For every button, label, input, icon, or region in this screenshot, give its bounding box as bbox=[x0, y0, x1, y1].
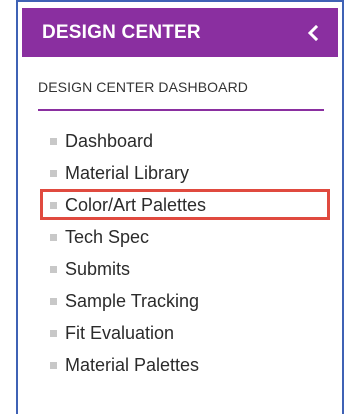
dashboard-subheader[interactable]: DESIGN CENTER DASHBOARD bbox=[38, 67, 324, 111]
header-bar: DESIGN CENTER bbox=[22, 8, 338, 57]
bullet-icon bbox=[50, 201, 57, 209]
menu-item-dashboard[interactable]: Dashboard bbox=[18, 125, 342, 157]
bullet-icon bbox=[50, 361, 57, 369]
bullet-icon bbox=[50, 329, 57, 337]
menu-item-label: Submits bbox=[65, 258, 131, 279]
header-title: DESIGN CENTER bbox=[42, 21, 201, 43]
menu-item-label: Material Library bbox=[65, 162, 190, 183]
menu-item-label: Tech Spec bbox=[65, 226, 150, 247]
bullet-icon bbox=[50, 169, 57, 177]
menu-item-label: Dashboard bbox=[65, 130, 154, 151]
menu-item-material-palettes[interactable]: Material Palettes bbox=[18, 349, 342, 381]
chevron-left-icon[interactable] bbox=[302, 22, 324, 44]
menu-item-label: Material Palettes bbox=[65, 354, 200, 375]
menu-item-sample-tracking[interactable]: Sample Tracking bbox=[18, 285, 342, 317]
menu-item-label: Sample Tracking bbox=[65, 290, 200, 311]
menu-item-tech-spec[interactable]: Tech Spec bbox=[18, 221, 342, 253]
menu-item-label: Color/Art Palettes bbox=[65, 194, 207, 215]
design-center-panel: DESIGN CENTER DESIGN CENTER DASHBOARD Da… bbox=[16, 0, 344, 414]
bullet-icon bbox=[50, 233, 57, 241]
panel-header: DESIGN CENTER bbox=[18, 0, 342, 57]
menu-item-fit-evaluation[interactable]: Fit Evaluation bbox=[18, 317, 342, 349]
bullet-icon bbox=[50, 297, 57, 305]
bullet-icon bbox=[50, 265, 57, 273]
design-center-menu: Dashboard Material Library Color/Art Pal… bbox=[18, 125, 342, 381]
menu-item-material-library[interactable]: Material Library bbox=[18, 157, 342, 189]
menu-item-submits[interactable]: Submits bbox=[18, 253, 342, 285]
menu-item-label: Fit Evaluation bbox=[65, 322, 175, 343]
bullet-icon bbox=[50, 137, 57, 145]
menu-item-color-art-palettes[interactable]: Color/Art Palettes bbox=[18, 189, 342, 221]
